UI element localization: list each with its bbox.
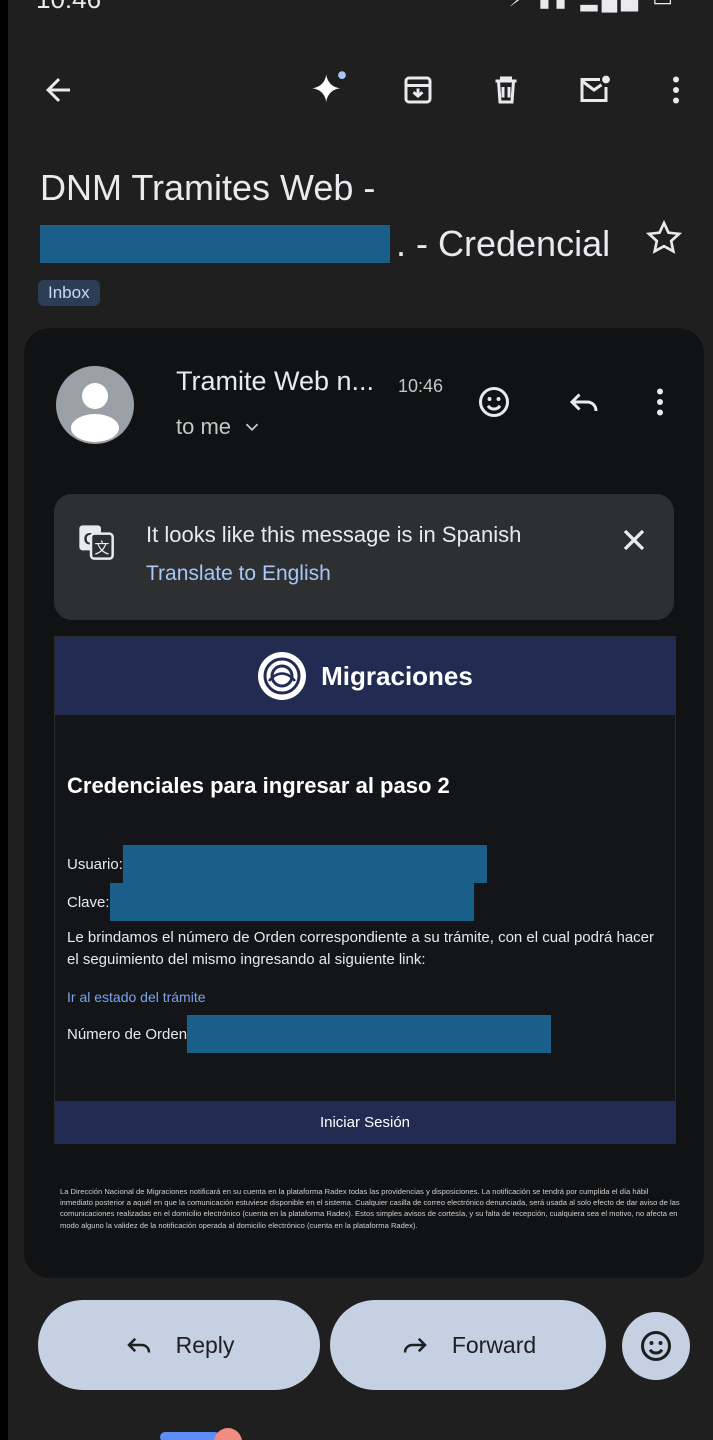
smiley-icon [641,1331,671,1361]
reply-icon-button[interactable] [562,380,606,424]
message-time: 10:46 [398,376,444,396]
recipient-label: to me [176,414,232,439]
status-icons: ⚡ ▮▮ ▂▄▆ ▭ [509,0,677,12]
arrow-left-icon [46,78,70,102]
order-label: Número de Orden [67,1025,188,1043]
sparkle-icon [312,71,346,103]
status-bar: 10:46 ⚡ ▮▮ ▂▄▆ ▭ [0,0,713,20]
migraciones-logo-icon [258,652,307,700]
user-label: Usuario: [67,855,123,873]
status-time: 10:46 [36,0,101,15]
top-toolbar [0,40,713,140]
redacted-block [109,883,474,921]
translate-link[interactable]: Translate to English [146,562,331,586]
chevron-down-icon [245,423,259,432]
redacted-block [122,845,487,883]
back-button[interactable] [30,62,86,118]
mail-unread-icon [580,75,610,102]
redacted-block [187,1015,552,1053]
emoji-reaction-button[interactable] [622,1312,690,1380]
react-emoji-button[interactable] [472,380,516,424]
more-options-button[interactable] [648,62,704,118]
reply-icon [126,1337,150,1353]
message-card: Tramite Web n... 10:46 to me 文 It looks … [24,328,704,1278]
avatar[interactable] [56,366,134,444]
screen-edge [0,0,8,1440]
login-button[interactable]: Iniciar Sesión [55,1101,675,1143]
credentials-heading: Credenciales para ingresar al paso 2 [67,773,450,798]
bottom-nav-indicator [160,1432,220,1440]
gmail-message-screen: 10:46 ⚡ ▮▮ ▂▄▆ ▭ [0,0,713,1440]
sender-name[interactable]: Tramite Web n... [176,366,374,397]
email-body: Migraciones Credenciales para ingresar a… [54,636,676,1144]
migraciones-header: Migraciones [55,637,675,715]
status-link[interactable]: Ir al estado del trámite [67,989,206,1005]
forward-icon [403,1337,427,1353]
user-field: Usuario: [67,845,487,883]
translate-message: It looks like this message is in Spanish [146,522,522,547]
archive-button[interactable] [390,62,446,118]
subject-suffix: . - Credencial [396,223,611,264]
close-icon[interactable] [616,522,652,558]
subject-line-1: DNM Tramites Web - [40,167,376,208]
archive-icon [404,76,432,104]
inbox-label-chip[interactable]: Inbox [38,280,100,306]
recipients-toggle[interactable]: to me [176,414,263,440]
star-icon[interactable] [644,218,684,258]
translate-banner: G 文 It looks like this message is in Spa… [54,494,674,620]
notification-dot [214,1428,242,1440]
person-icon [71,383,119,442]
smiley-icon [479,387,509,417]
svg-text:文: 文 [94,539,109,557]
mark-unread-button[interactable] [566,62,622,118]
gemini-button[interactable] [300,62,356,118]
subject-line-2: . - Credencial [40,216,680,272]
legal-disclaimer: La Dirección Nacional de Migraciones not… [60,1187,680,1230]
delete-button[interactable] [478,62,534,118]
reply-button[interactable]: Reply [38,1300,320,1390]
email-subject: DNM Tramites Web - . - Credencial [40,160,683,272]
message-more-button[interactable] [638,380,682,424]
translate-icon: G 文 [79,525,114,560]
order-number-field: Número de Orden [67,1015,552,1053]
forward-label: Forward [451,1331,537,1358]
redacted-block [40,225,390,263]
trash-icon [495,76,517,104]
reply-label: Reply [175,1331,235,1358]
more-vert-icon [657,388,663,416]
more-vert-icon [673,76,679,104]
password-label: Clave: [67,893,110,911]
forward-button[interactable]: Forward [330,1300,606,1390]
order-paragraph: Le brindamos el número de Orden correspo… [67,929,654,968]
password-field: Clave: [67,883,474,921]
brand-title: Migraciones [321,660,473,691]
reply-icon [569,393,598,412]
